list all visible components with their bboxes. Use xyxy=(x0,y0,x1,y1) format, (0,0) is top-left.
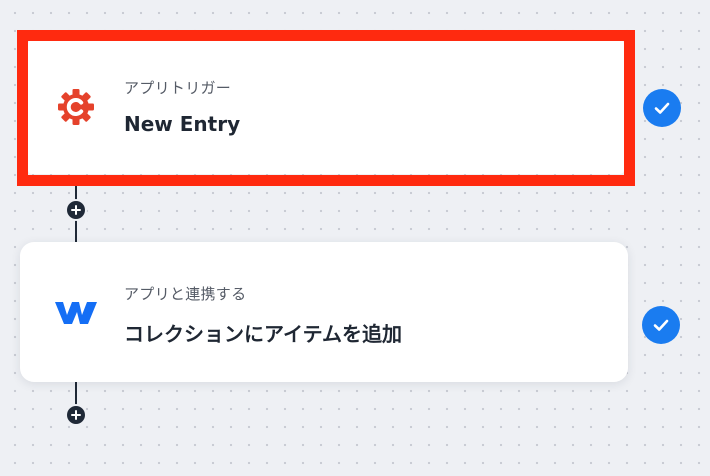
plus-icon xyxy=(71,410,81,420)
webflow-logo-icon xyxy=(53,292,99,332)
workflow-canvas: アプリトリガー New Entry アプリと連携する コレクションにアイテムを追… xyxy=(0,0,710,476)
check-icon xyxy=(643,89,681,127)
step-card-action[interactable]: アプリと連携する コレクションにアイテムを追加 xyxy=(20,242,628,382)
check-icon xyxy=(642,306,680,344)
add-step-button[interactable] xyxy=(65,199,87,221)
plus-icon xyxy=(71,205,81,215)
step-card-trigger[interactable]: アプリトリガー New Entry xyxy=(28,40,624,174)
add-step-button[interactable] xyxy=(65,404,87,426)
craft-cms-logo-icon xyxy=(54,85,98,129)
step-title: コレクションにアイテムを追加 xyxy=(124,322,402,346)
step-title: New Entry xyxy=(124,112,241,136)
step-kind-label: アプリトリガー xyxy=(124,79,232,97)
step-kind-label: アプリと連携する xyxy=(124,285,247,303)
